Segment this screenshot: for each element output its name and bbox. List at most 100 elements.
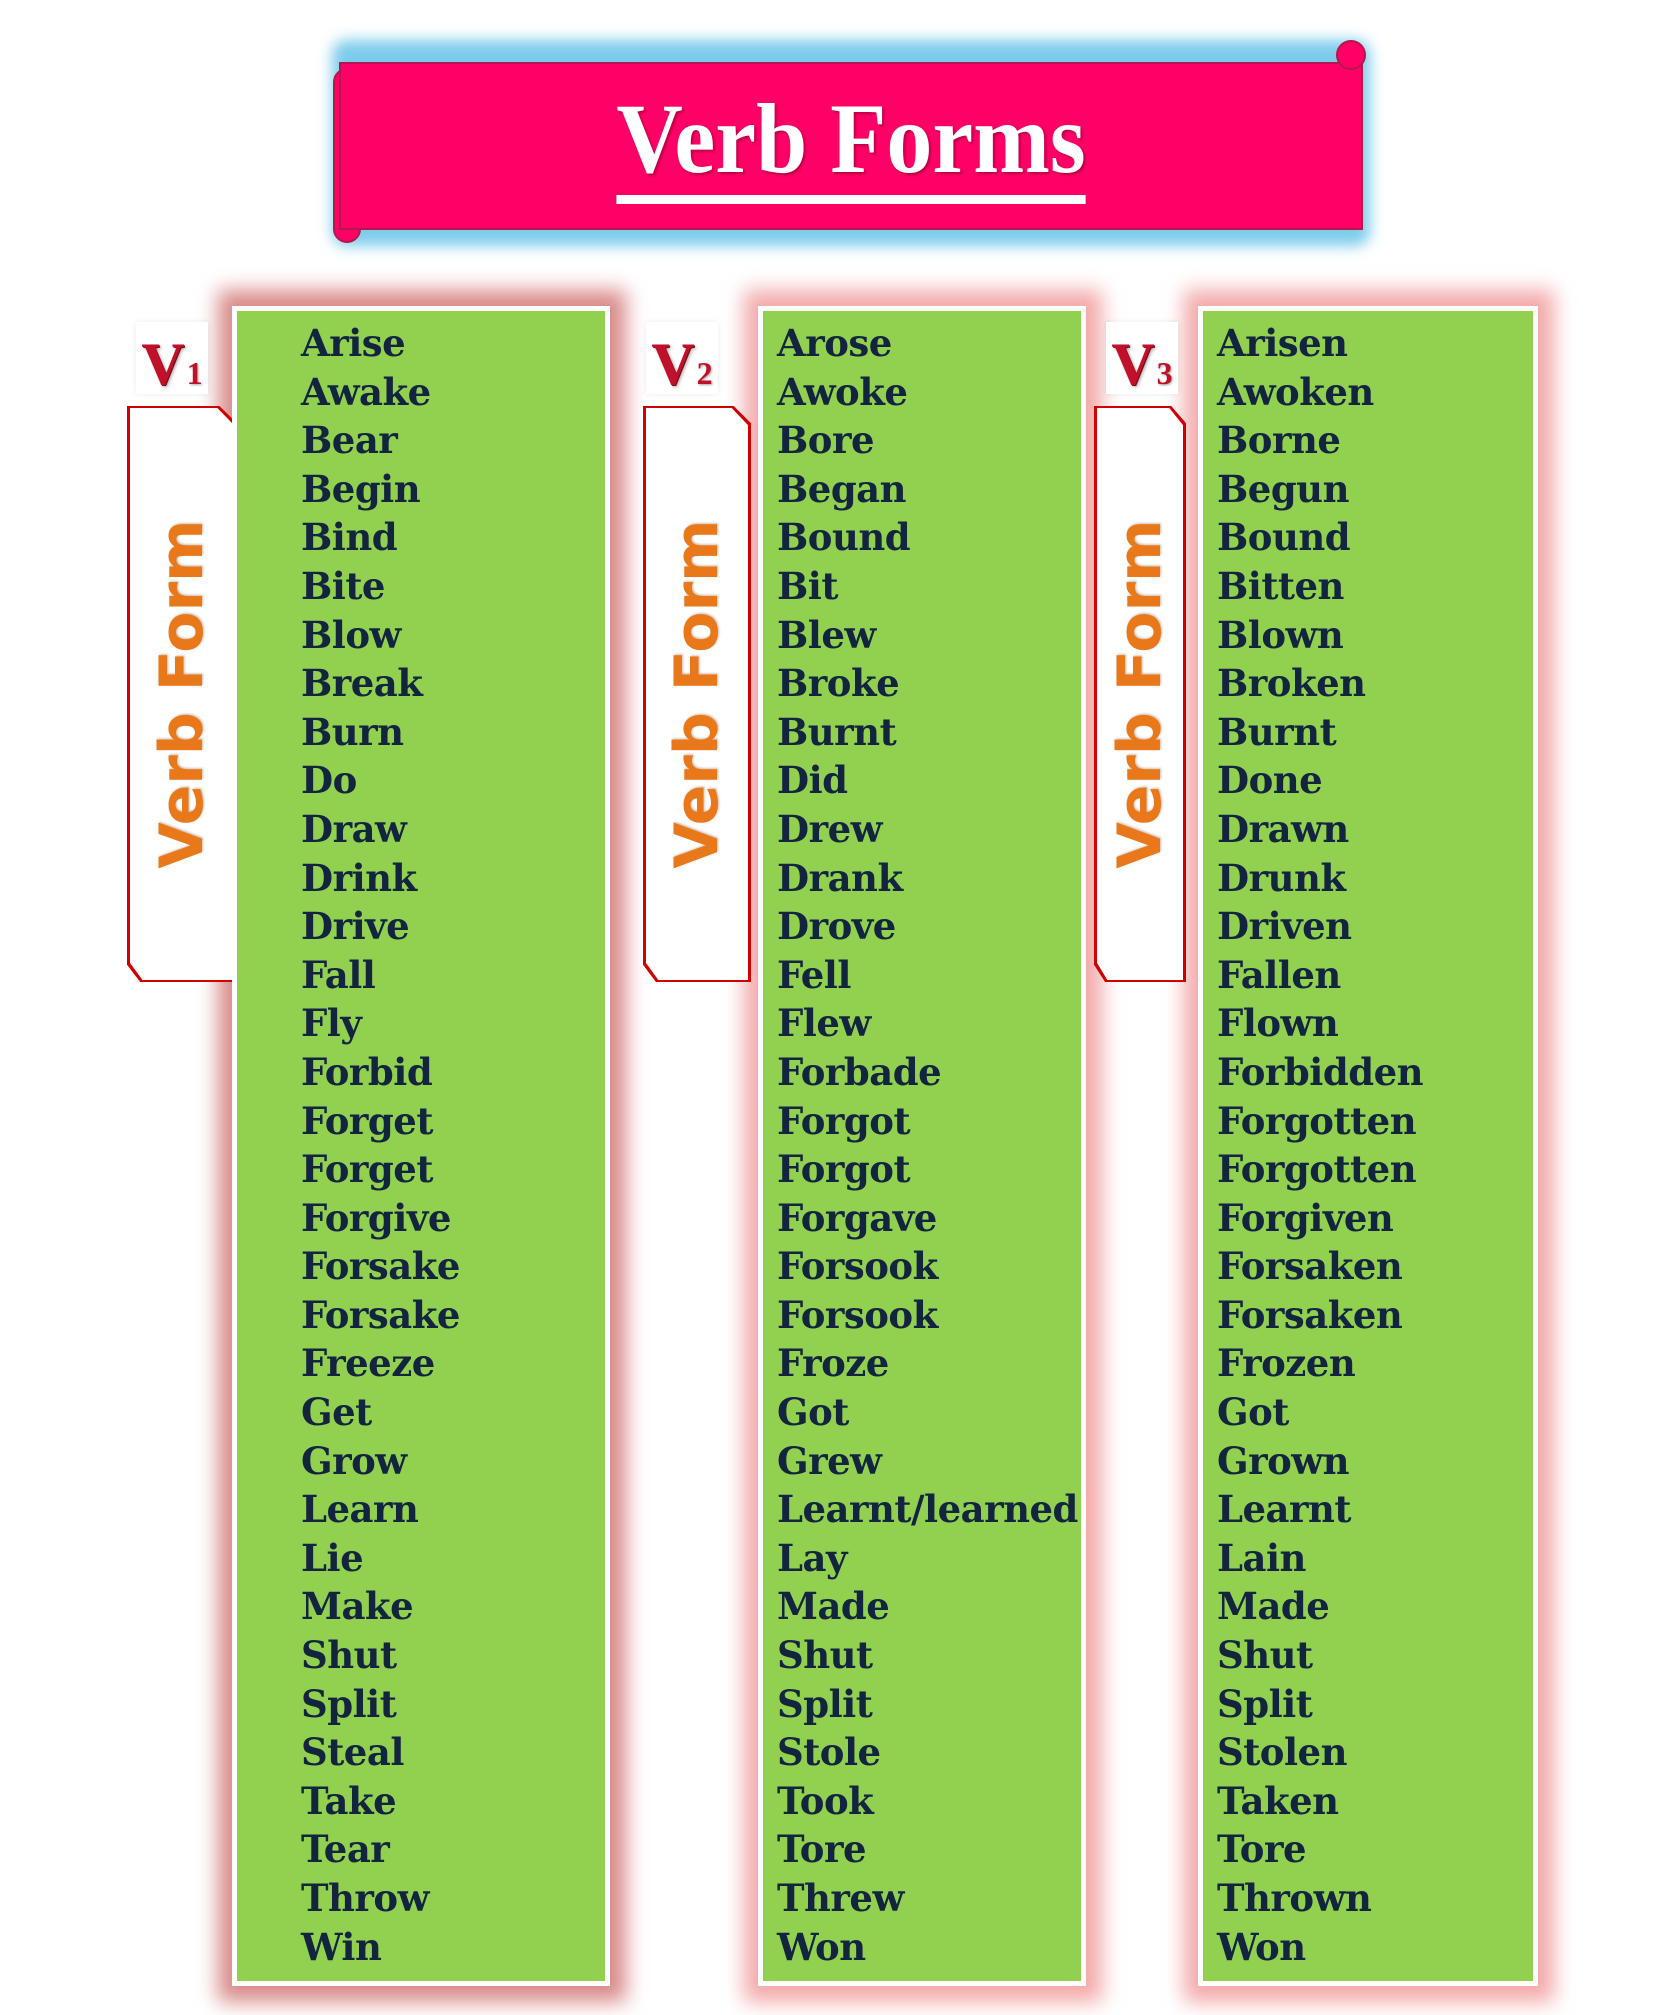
verb-word: Awoke: [777, 369, 908, 414]
v3-label: V3: [1106, 322, 1178, 394]
verb-word: Frozen: [1217, 1341, 1356, 1386]
verb-word: Forsaken: [1217, 1244, 1403, 1289]
verb-word: Blown: [1217, 612, 1344, 657]
verb-word: Forgive: [301, 1195, 451, 1240]
v3-verb-form-tab: Verb Form: [1097, 408, 1183, 980]
verb-word: Grown: [1217, 1438, 1350, 1483]
v3-word-list: Arisen Awoken Borne Begun Bound Bitten Blown Br…: [1217, 319, 1424, 1971]
verb-word: Burnt: [1217, 709, 1337, 754]
verb-word: Won: [1217, 1924, 1306, 1969]
verb-word: Took: [777, 1778, 874, 1823]
verb-word: Done: [1217, 758, 1323, 803]
verb-word: Drew: [777, 806, 882, 851]
v2-letter: V: [651, 331, 695, 397]
verb-word: Lie: [301, 1535, 364, 1580]
verb-word: Forsook: [777, 1292, 938, 1337]
verb-word: Win: [301, 1924, 382, 1969]
verb-word: Tear: [301, 1827, 390, 1872]
verb-word: Forsake: [301, 1292, 460, 1337]
verb-word: Shut: [777, 1633, 873, 1678]
verb-word: Arose: [777, 321, 892, 365]
verb-word: Split: [1217, 1681, 1313, 1726]
column-v1: Arise Awake Bear Begin Bind Bite Blow Break Burn…: [232, 306, 610, 1986]
verb-word: Fall: [301, 952, 376, 997]
verb-word: Forgot: [777, 1098, 911, 1143]
verb-word: Forgotten: [1217, 1147, 1417, 1192]
v1-letter: V: [141, 331, 185, 397]
verb-word: Burn: [301, 709, 404, 754]
verb-word: Get: [301, 1390, 372, 1435]
verb-word: Fallen: [1217, 952, 1341, 997]
verb-word: Drink: [301, 855, 417, 900]
verb-word: Began: [777, 466, 907, 511]
verb-word: Learnt: [1217, 1487, 1352, 1532]
verb-word: Stolen: [1217, 1730, 1348, 1775]
v3-letter: V: [1111, 331, 1155, 397]
verb-word: Grew: [777, 1438, 882, 1483]
verb-word: Forget: [301, 1098, 433, 1143]
v3-subscript: 3: [1156, 355, 1173, 391]
verb-word: Threw: [777, 1876, 904, 1920]
verb-word: Drank: [777, 855, 903, 900]
verb-word: Make: [301, 1584, 414, 1629]
verb-word: Bite: [301, 563, 385, 608]
verb-word: Stole: [777, 1730, 881, 1775]
v1-word-list: Arise Awake Bear Begin Bind Bite Blow Break Burn…: [301, 319, 460, 1971]
verb-word: Fell: [777, 952, 851, 997]
verb-word: Tore: [777, 1827, 867, 1872]
verb-word: Break: [301, 661, 423, 706]
verb-word: Forsook: [777, 1244, 938, 1289]
title-container: Verb Forms: [339, 62, 1363, 230]
verb-word: Fly: [301, 1001, 362, 1046]
verb-word: Froze: [777, 1341, 889, 1386]
verb-word: Made: [1217, 1584, 1330, 1629]
verb-word: Broken: [1217, 661, 1366, 706]
verb-word: Freeze: [301, 1341, 435, 1386]
verb-word: Bitten: [1217, 563, 1344, 608]
v3-tab-text: Verb Form: [1105, 519, 1175, 869]
verb-word: Tore: [1217, 1827, 1307, 1872]
verb-word: Blow: [301, 612, 401, 657]
verb-word: Split: [301, 1681, 397, 1726]
verb-word: Forgiven: [1217, 1195, 1394, 1240]
v2-tab-text: Verb Form: [662, 519, 732, 869]
verb-word: Bear: [301, 418, 398, 463]
verb-word: Arisen: [1217, 321, 1348, 365]
verb-word: Got: [1217, 1390, 1289, 1435]
verb-word: Did: [777, 758, 848, 803]
verb-word: Throw: [301, 1876, 429, 1920]
verb-word: Lain: [1217, 1535, 1306, 1580]
verb-word: Drunk: [1217, 855, 1346, 900]
verb-word: Made: [777, 1584, 890, 1629]
verb-word: Broke: [777, 661, 900, 706]
v2-subscript: 2: [696, 355, 713, 391]
v1-verb-form-tab: Verb Form: [130, 408, 234, 980]
verb-word: Begun: [1217, 466, 1350, 511]
verb-word: Grow: [301, 1438, 407, 1483]
verb-word: Learn: [301, 1487, 419, 1532]
verb-word: Won: [777, 1924, 866, 1969]
verb-word: Bore: [777, 418, 874, 463]
verb-word: Thrown: [1217, 1876, 1372, 1920]
verb-word: Split: [777, 1681, 873, 1726]
verb-word: Drive: [301, 904, 410, 949]
verb-word: Forget: [301, 1147, 433, 1192]
verb-word: Flown: [1217, 1001, 1339, 1046]
v2-word-list: Arose Awoke Bore Began Bound Bit Blew Broke Burn…: [777, 319, 1078, 1971]
verb-word: Forbidden: [1217, 1049, 1424, 1094]
verb-word: Drove: [777, 904, 896, 949]
verb-word: Forgotten: [1217, 1098, 1417, 1143]
verb-word: Steal: [301, 1730, 404, 1775]
verb-word: Forgot: [777, 1147, 911, 1192]
column-v2: Arose Awoke Bore Began Bound Bit Blew Broke Burn…: [758, 306, 1086, 1986]
verb-word: Forbade: [777, 1049, 942, 1094]
v1-tab-text: Verb Form: [147, 519, 217, 869]
verb-word: Bit: [777, 563, 838, 608]
v2-label: V2: [646, 322, 718, 394]
verb-word: Driven: [1217, 904, 1352, 949]
verb-word: Shut: [301, 1633, 397, 1678]
page-title: Verb Forms: [616, 88, 1086, 204]
verb-word: Borne: [1217, 418, 1341, 463]
verb-word: Bound: [1217, 515, 1351, 560]
verb-word: Forbid: [301, 1049, 433, 1094]
